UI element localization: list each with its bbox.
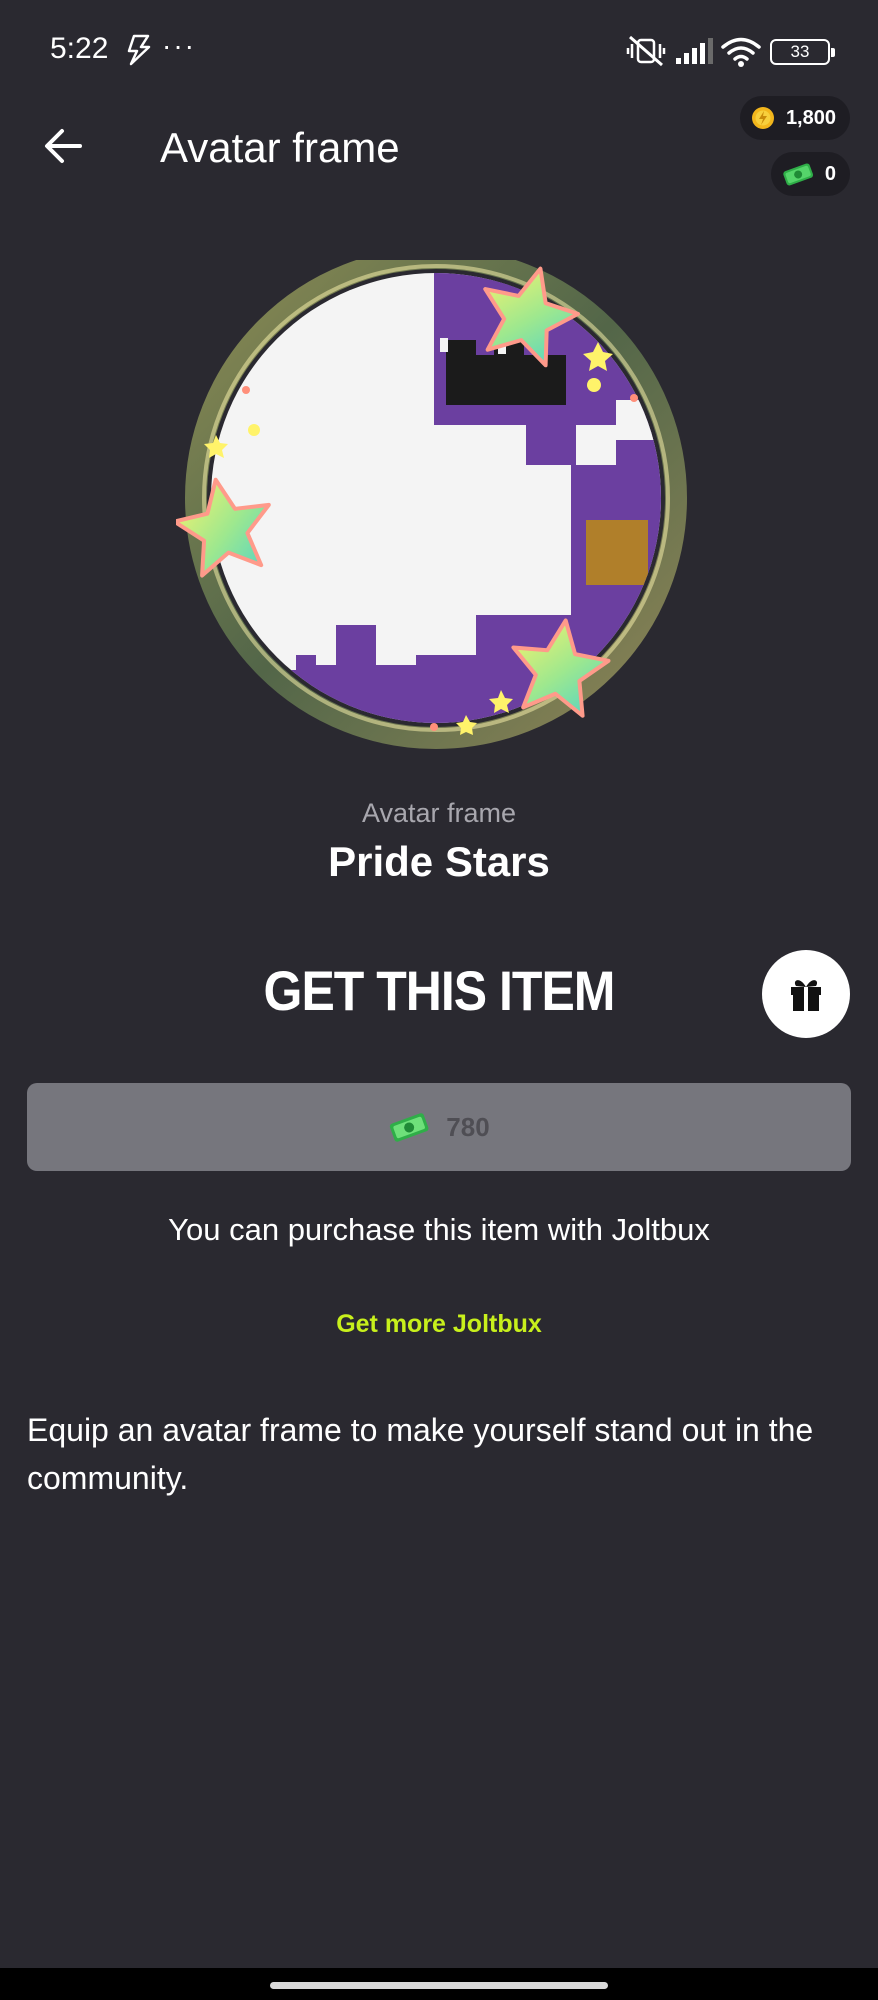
get-more-joltbux-link[interactable]: Get more Joltbux: [0, 1310, 878, 1339]
charging-bolt-icon: [127, 34, 151, 66]
status-time: 5:22: [50, 32, 109, 65]
battery-level: 33: [790, 42, 810, 61]
status-more-indicator: ···: [162, 30, 196, 61]
joltbux-icon: [390, 1113, 429, 1142]
gift-icon: [791, 980, 821, 1011]
purchase-button[interactable]: 780: [27, 1083, 851, 1171]
joltbux-balance[interactable]: 0: [770, 152, 850, 196]
wifi-icon: [721, 37, 761, 67]
item-name: Pride Stars: [328, 838, 550, 885]
status-bar: 5:22 ··· 33: [0, 0, 878, 100]
coins-amount: 1,800: [785, 106, 836, 129]
item-type-label: Avatar frame: [361, 798, 517, 828]
joltbux-amount: 0: [824, 162, 836, 185]
home-indicator[interactable]: [270, 1982, 608, 1989]
get-item-heading: GET THIS ITEM: [263, 959, 616, 1023]
coin-icon: [751, 107, 774, 129]
page-title: Avatar frame: [160, 124, 400, 171]
purchase-note: You can purchase this item with Joltbux: [168, 1212, 710, 1247]
avatar-frame-preview: [176, 260, 687, 749]
battery-indicator: 33: [770, 39, 835, 65]
battery-cap: [831, 48, 835, 57]
coins-balance[interactable]: 1,800: [739, 96, 850, 140]
mute-vibrate-icon: [626, 35, 666, 67]
signal-icon: [676, 38, 713, 64]
price-label: 780: [446, 1111, 490, 1142]
item-description: Equip an avatar frame to make yourself s…: [27, 1412, 814, 1496]
gift-button[interactable]: [762, 950, 850, 1038]
joltbux-icon: [783, 163, 813, 186]
back-arrow-icon[interactable]: [38, 120, 90, 172]
